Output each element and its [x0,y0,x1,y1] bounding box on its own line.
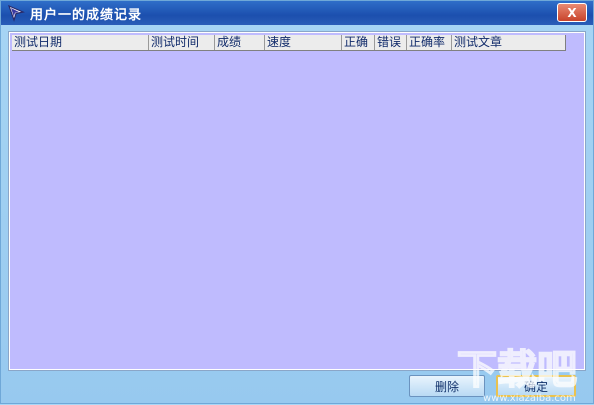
close-icon: X [567,5,577,20]
column-header-test-article[interactable]: 测试文章 [452,35,565,50]
column-header-errors[interactable]: 错误 [375,35,407,50]
column-header-accuracy[interactable]: 正确率 [407,35,452,50]
column-header-score[interactable]: 成绩 [215,35,265,50]
column-header-correct[interactable]: 正确 [342,35,375,50]
column-header-speed[interactable]: 速度 [265,35,342,50]
column-header-test-time[interactable]: 测试时间 [149,35,215,50]
score-list[interactable]: 测试日期 测试时间 成绩 速度 正确 错误 正确率 测试文章 [8,31,586,371]
column-header-test-date[interactable]: 测试日期 [12,35,149,50]
window-title: 用户一的成绩记录 [30,7,143,23]
close-button[interactable]: X [557,3,587,22]
ok-button[interactable]: 确定 [496,375,576,397]
cursor-arrow-icon [7,4,25,22]
score-record-window: 用户一的成绩记录 X 测试日期 测试时间 成绩 速度 正确 错误 正确率 测试文… [0,0,594,404]
list-header: 测试日期 测试时间 成绩 速度 正确 错误 正确率 测试文章 [12,35,566,51]
title-bar: 用户一的成绩记录 X [1,1,593,25]
delete-button[interactable]: 删除 [409,375,485,397]
